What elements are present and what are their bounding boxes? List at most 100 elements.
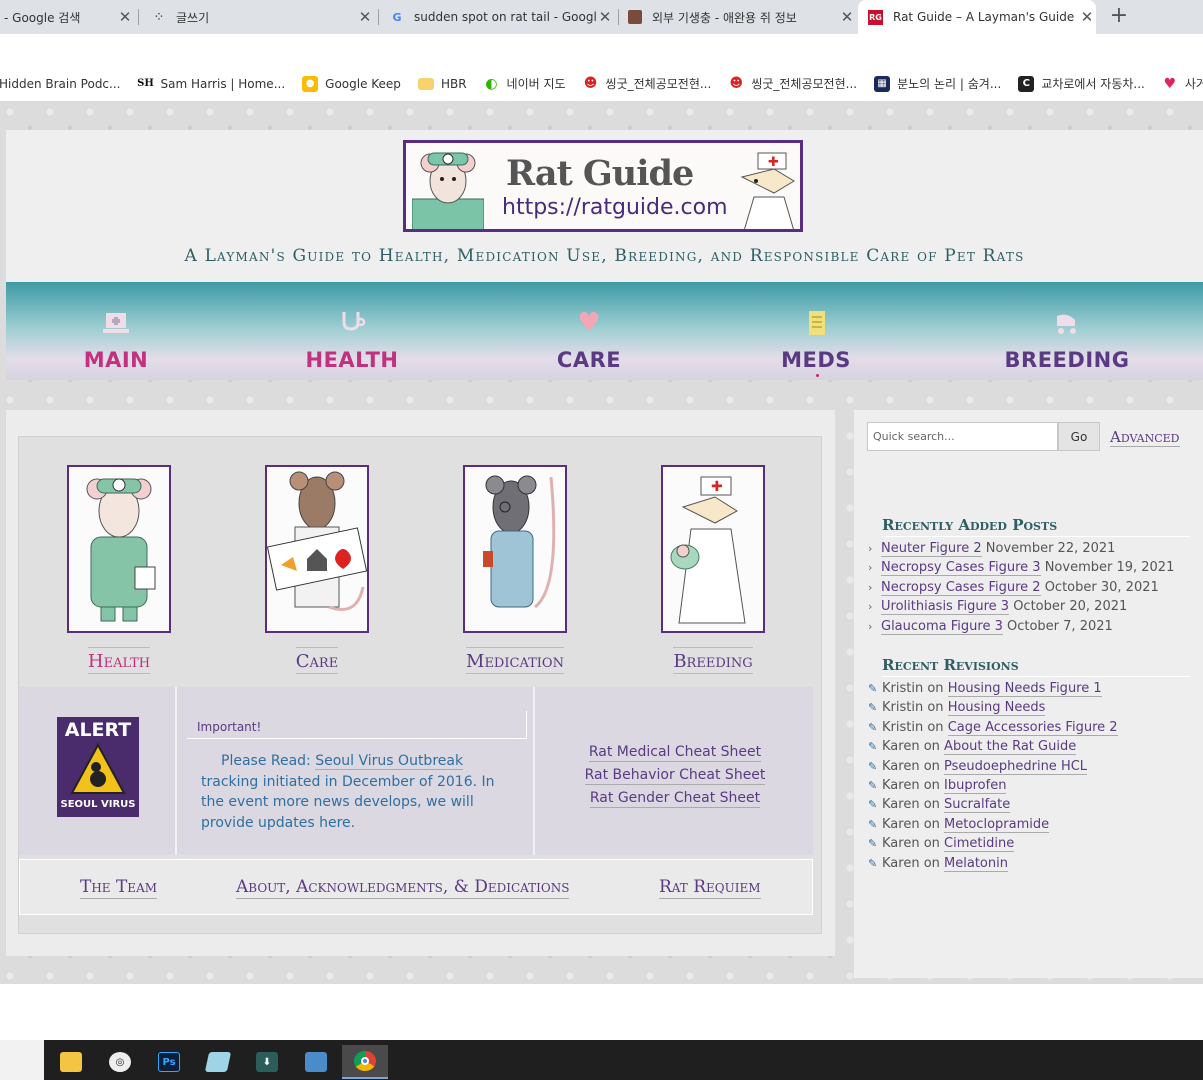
card-health[interactable]: Health [39, 465, 199, 674]
chrome-icon[interactable] [342, 1045, 388, 1079]
card-label[interactable]: Medication [466, 647, 564, 674]
rat-nurse-logo-icon: ✚ [740, 152, 795, 229]
tab-parasites[interactable]: 외부 기생충 - 애완용 쥐 정보 ✕ [624, 0, 856, 34]
new-tab-button[interactable]: + [1107, 3, 1131, 28]
notes-app-icon[interactable] [195, 1045, 241, 1079]
logo-url: https://ratguide.com [502, 195, 728, 220]
pencil-icon: ✎ [868, 817, 878, 831]
tab-write[interactable]: ⁘ 글쓰기 ✕ [148, 0, 374, 34]
bookmark-naver-map[interactable]: ◐ 네이버 지도 [484, 75, 565, 92]
grid-icon: ▦ [874, 75, 891, 92]
tab-rat-guide[interactable]: RG Rat Guide – A Layman's Guide t ✕ [858, 0, 1096, 34]
recent-posts-list: › Neuter Figure 2 November 22, 2021 › Necr… [868, 539, 1198, 636]
clipboard-icon [802, 310, 830, 336]
recent-revisions-heading: Recent Revisions [882, 654, 1190, 677]
chevron-right-icon: › [868, 580, 873, 594]
bookmark-hbr[interactable]: HBR [417, 77, 467, 91]
card-care[interactable]: Care [237, 465, 397, 674]
tab-google-search[interactable]: - Google 검색 ✕ [0, 0, 134, 34]
card-breeding[interactable]: ✚ Breeding [633, 465, 793, 674]
list-item: ✎ Kristin on Housing Needs Figure 1 [868, 679, 1198, 698]
card-medication[interactable]: Medication [435, 465, 595, 674]
seoul-virus-link[interactable]: Seoul Virus Outbreak [315, 753, 464, 770]
advanced-search-link[interactable]: Advanced [1110, 428, 1180, 447]
photoshop-icon[interactable]: Ps [146, 1045, 192, 1079]
list-item: ✎ Karen on Melatonin [868, 854, 1198, 873]
stethoscope-icon [338, 310, 366, 336]
installer-icon[interactable]: ⬇ [244, 1045, 290, 1079]
nav-meds[interactable]: MEDS [716, 282, 916, 380]
list-item: ✎ Karen on About the Rat Guide [868, 737, 1198, 756]
file-explorer-icon[interactable] [48, 1045, 94, 1079]
pencil-icon: ✎ [868, 740, 878, 754]
rat-nurse-image[interactable]: ✚ [661, 465, 765, 633]
bookmark-thinkgood-2[interactable]: ☻ 씽굿_전체공모전현... [728, 75, 858, 92]
bookmark-hidden-brain[interactable]: Hidden Brain Podc... [0, 77, 120, 91]
pencil-icon: ✎ [868, 856, 878, 870]
list-item: ✎ Karen on Cimetidine [868, 834, 1198, 853]
close-icon[interactable]: ✕ [116, 8, 134, 26]
alert-row: ALERT SEOUL VIRUS Important! Please Read… [19, 687, 813, 855]
rat-doctor-logo-icon [412, 152, 484, 229]
tab-title: Rat Guide – A Layman's Guide t [893, 10, 1078, 24]
bookmark-accident[interactable]: ♥사거 [1162, 75, 1203, 92]
bookmark-anger-logic[interactable]: ▦ 분노의 논리 | 숨겨... [874, 75, 1001, 92]
close-icon[interactable]: ✕ [838, 8, 856, 26]
card-label[interactable]: Health [87, 647, 151, 674]
site-logo[interactable]: Rat Guide https://ratguide.com ✚ [403, 140, 803, 232]
list-item: › Necropsy Cases Figure 2 October 30, 202… [868, 578, 1198, 597]
warning-rat-icon [70, 743, 126, 794]
smile-icon: ☻ [729, 76, 744, 91]
seoul-virus-alert-badge[interactable]: ALERT SEOUL VIRUS [57, 717, 139, 817]
taskbar-edge [0, 1040, 44, 1080]
quick-search-input[interactable]: Quick search... [867, 422, 1058, 451]
gender-cheat-sheet-link[interactable]: Rat Gender Cheat Sheet [589, 789, 761, 808]
behavior-cheat-sheet-link[interactable]: Rat Behavior Cheat Sheet [584, 766, 766, 785]
map-icon: ◐ [485, 75, 498, 92]
close-icon[interactable]: ✕ [596, 8, 614, 26]
svg-text:✚: ✚ [711, 479, 723, 495]
rat-doctor-image[interactable] [67, 465, 171, 633]
bookmark-google-keep[interactable]: ● Google Keep [302, 75, 401, 92]
nav-health[interactable]: HEALTH [252, 282, 452, 380]
site-header: Rat Guide https://ratguide.com ✚ A Layma… [6, 130, 1203, 282]
bookmark-thinkgood-1[interactable]: ☻ 씽굿_전체공모전현... [583, 75, 712, 92]
card-label[interactable]: Care [295, 647, 339, 674]
nav-breeding[interactable]: BREEDING [967, 282, 1167, 380]
list-item: ✎ Kristin on Housing Needs [868, 698, 1198, 717]
keep-icon: ● [302, 75, 319, 92]
important-heading: Important! [187, 711, 527, 739]
web-page: Rat Guide https://ratguide.com ✚ A Layma… [0, 102, 1203, 1043]
smile-icon: ☻ [583, 76, 598, 91]
list-item: › Necropsy Cases Figure 3 November 19, 20… [868, 558, 1198, 577]
close-icon[interactable]: ✕ [356, 8, 374, 26]
pencil-icon: ✎ [868, 701, 878, 715]
tab-rat-tail-search[interactable]: G sudden spot on rat tail - Googl ✕ [386, 0, 614, 34]
swirl-app-icon[interactable]: ◎ [97, 1045, 143, 1079]
photos-icon[interactable] [293, 1045, 339, 1079]
recent-revisions-list: ✎ Kristin on Housing Needs Figure 1 ✎ Kris… [868, 679, 1198, 873]
nav-main[interactable]: MAIN [16, 282, 216, 380]
bookmark-intersection[interactable]: C 교차로에서 자동차... [1018, 75, 1145, 92]
pencil-icon: ✎ [868, 720, 878, 734]
heart-icon: ♥ [577, 308, 601, 338]
pencil-icon: ✎ [868, 759, 878, 773]
team-link[interactable]: The Team [80, 876, 158, 899]
go-button[interactable]: Go [1058, 422, 1100, 451]
rat-medication-image[interactable] [463, 465, 567, 633]
list-item: ✎ Karen on Metoclopramide [868, 815, 1198, 834]
requiem-link[interactable]: Rat Requiem [659, 876, 761, 899]
nav-indicator-dot [816, 374, 819, 377]
close-icon[interactable]: ✕ [1078, 8, 1096, 26]
card-label[interactable]: Breeding [673, 647, 753, 674]
medical-cheat-sheet-link[interactable]: Rat Medical Cheat Sheet [588, 743, 762, 762]
nav-label: MEDS [781, 348, 851, 372]
pencil-icon: ✎ [868, 682, 878, 695]
cheat-sheets-cell: Rat Medical Cheat Sheet Rat Behavior Che… [537, 687, 813, 855]
rat-care-image[interactable] [265, 465, 369, 633]
nav-care[interactable]: ♥ CARE [489, 282, 689, 380]
site-tagline: A Layman's Guide to Health, Medication U… [184, 246, 1025, 266]
bookmark-sam-harris[interactable]: SH Sam Harris | Home... [137, 76, 285, 92]
pencil-icon: ✎ [868, 837, 878, 851]
about-link[interactable]: About, Acknowledgments, & Dedications [236, 876, 570, 899]
